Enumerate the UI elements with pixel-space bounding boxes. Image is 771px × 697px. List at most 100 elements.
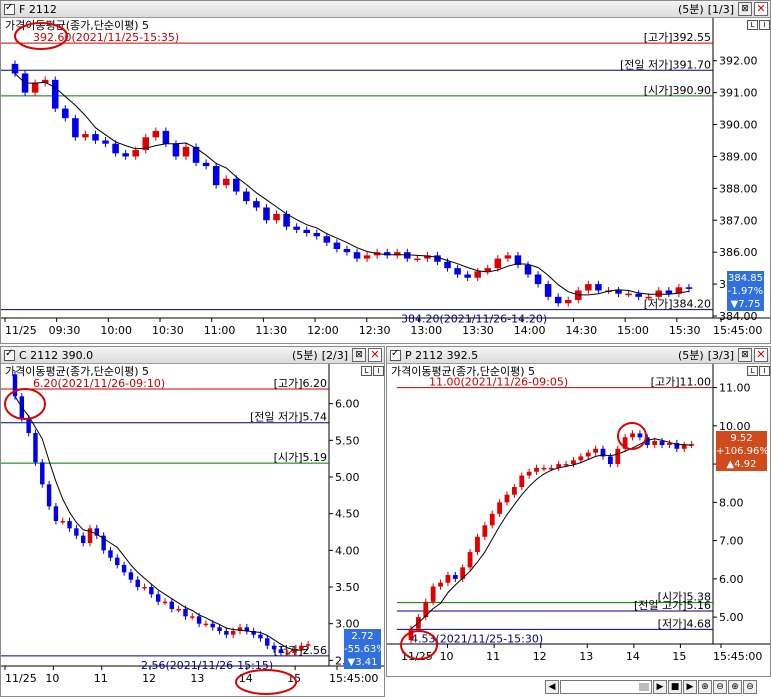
maximize-icon[interactable]: ⊠	[738, 348, 752, 362]
scale-button-2[interactable]: I	[759, 20, 770, 30]
candle-body	[484, 268, 492, 272]
candle-body	[40, 462, 45, 485]
level-label: [전일 저가]5.74	[250, 410, 327, 424]
candle-body	[128, 572, 134, 580]
min-price-label: 384.20(2021/11/26-14:20)	[401, 313, 547, 326]
max-price-label: 11.00(2021/11/26-09:05)	[429, 376, 568, 389]
candle-body	[142, 587, 147, 589]
stop-button[interactable]: ■	[668, 680, 682, 694]
y-tick-label: 4.50	[335, 508, 360, 521]
candle-body	[635, 293, 642, 297]
scroll-left-button[interactable]: ◀	[545, 680, 559, 694]
close-icon[interactable]: ✕	[754, 348, 768, 362]
zoom-in-icon[interactable]: ⊕	[698, 680, 712, 694]
candlestick-chart[interactable]: 가격이동평균(종가,단순이평) 5392.00391.00390.00389.0…	[1, 18, 771, 344]
x-tick-label: 12	[533, 650, 547, 663]
x-tick-label: 14	[626, 650, 640, 663]
current-change: ▲4.92	[726, 459, 757, 470]
scale-button-2[interactable]: I	[759, 366, 770, 376]
candle-body	[263, 207, 270, 221]
candle-body	[196, 616, 202, 624]
candle-body	[474, 271, 481, 278]
candle-body	[444, 261, 451, 269]
x-tick-label: 13:30	[462, 324, 494, 337]
y-tick-label: 387.00	[719, 214, 758, 227]
current-price-box: 2.72 -55.63% ▼3.41	[344, 629, 384, 669]
candle-body	[454, 268, 461, 275]
candle-body	[183, 609, 188, 617]
candle-body	[162, 130, 170, 144]
moving-average-line	[14, 396, 309, 651]
candle-body	[182, 146, 190, 157]
zoom-in-icon-2[interactable]: ⊕	[728, 680, 742, 694]
scale-button-1[interactable]: L	[361, 366, 372, 376]
panel-select-checkbox[interactable]	[4, 348, 15, 361]
scale-button-1[interactable]: L	[747, 20, 758, 30]
scale-button-2[interactable]: I	[373, 366, 384, 376]
candle-body	[593, 448, 599, 453]
candle-body	[152, 130, 160, 138]
close-icon[interactable]: ✕	[368, 348, 382, 362]
level-label: [고가]11.00	[651, 376, 711, 389]
level-label: [시가]390.90	[644, 84, 711, 97]
level-label: [시가]5.19	[274, 451, 327, 464]
candle-body	[475, 536, 480, 553]
candle-body	[464, 274, 471, 278]
candle-body	[222, 178, 230, 186]
y-tick-label: 390.00	[719, 119, 758, 132]
level-label: [전일 저가]391.70	[620, 57, 711, 71]
candle-body	[534, 467, 539, 472]
play-button[interactable]: ▶	[683, 680, 697, 694]
x-tick-label: 13	[579, 650, 593, 663]
maximize-icon[interactable]: ⊠	[738, 2, 752, 16]
y-tick-label: 388.00	[719, 182, 758, 195]
x-tick-label: 10:30	[152, 324, 184, 337]
chart-panel-c2112: C 2112 390.0 (5분) [2/3] ⊠ ✕ 가격이동평균(종가,단순…	[0, 346, 385, 697]
candle-body	[615, 290, 622, 294]
candle-body	[273, 213, 280, 221]
candle-body	[74, 528, 79, 536]
candle-body	[482, 525, 488, 537]
scroll-track[interactable]	[560, 680, 652, 694]
candle-body	[438, 582, 443, 587]
level-label: [전일 고가]5.16	[634, 598, 711, 612]
y-tick-label: 11.00	[719, 382, 751, 395]
panel-select-checkbox[interactable]	[4, 2, 15, 15]
candle-body	[494, 258, 502, 269]
candle-body	[190, 616, 195, 618]
x-tick-label: 12:30	[359, 324, 391, 337]
x-tick-label: 11:00	[204, 324, 236, 337]
candle-body	[60, 521, 65, 523]
candle-body	[102, 140, 109, 144]
candle-body	[92, 134, 99, 141]
panel-title: C 2112 390.0	[19, 348, 94, 362]
zoom-out-icon[interactable]: ⊖	[713, 680, 727, 694]
x-tick-label: 15:45:00	[713, 650, 762, 663]
current-price: 9.52	[730, 433, 753, 444]
candle-body	[578, 456, 584, 461]
y-tick-label: 389.00	[719, 150, 758, 163]
candle-body	[665, 290, 673, 294]
panel-title: P 2112 392.5	[405, 348, 479, 362]
close-icon[interactable]: ✕	[754, 2, 768, 16]
candle-body	[655, 290, 663, 297]
candle-body	[554, 296, 562, 304]
scroll-right-button[interactable]: ▶	[653, 680, 667, 694]
maximize-icon[interactable]: ⊠	[352, 348, 366, 362]
candlestick-chart[interactable]: 가격이동평균(종가,단순이평) 56.005.505.004.504.003.5…	[1, 364, 385, 697]
zoom-out-icon-2[interactable]: ⊖	[743, 680, 757, 694]
panel-period: (5분)	[678, 3, 704, 16]
current-pct: +106.96%	[716, 446, 769, 457]
scroll-thumb[interactable]	[639, 683, 649, 691]
scale-button-1[interactable]: L	[747, 366, 758, 376]
candle-body	[541, 467, 547, 470]
y-tick-label: 4.00	[335, 544, 360, 557]
x-tick-label: 15:45:00	[713, 324, 762, 337]
candlestick-chart[interactable]: 가격이동평균(종가,단순이평) 511.0010.009.008.007.006…	[387, 364, 771, 677]
panel-select-checkbox[interactable]	[390, 348, 401, 361]
candle-body	[489, 513, 495, 526]
candle-body	[363, 255, 371, 259]
candle-body	[303, 229, 310, 234]
y-tick-label: 5.00	[719, 611, 744, 624]
panel-titlebar: P 2112 392.5 (5분) [3/3] ⊠ ✕	[387, 347, 770, 364]
